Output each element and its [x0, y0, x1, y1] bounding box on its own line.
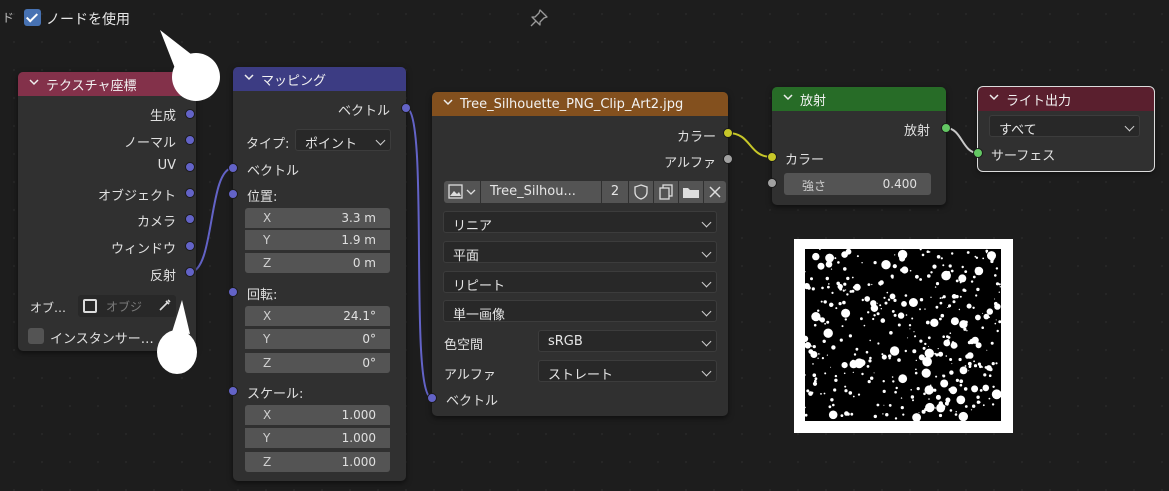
annotation-bubble-bottom	[157, 330, 197, 374]
annotation-bubble-top	[172, 53, 220, 101]
